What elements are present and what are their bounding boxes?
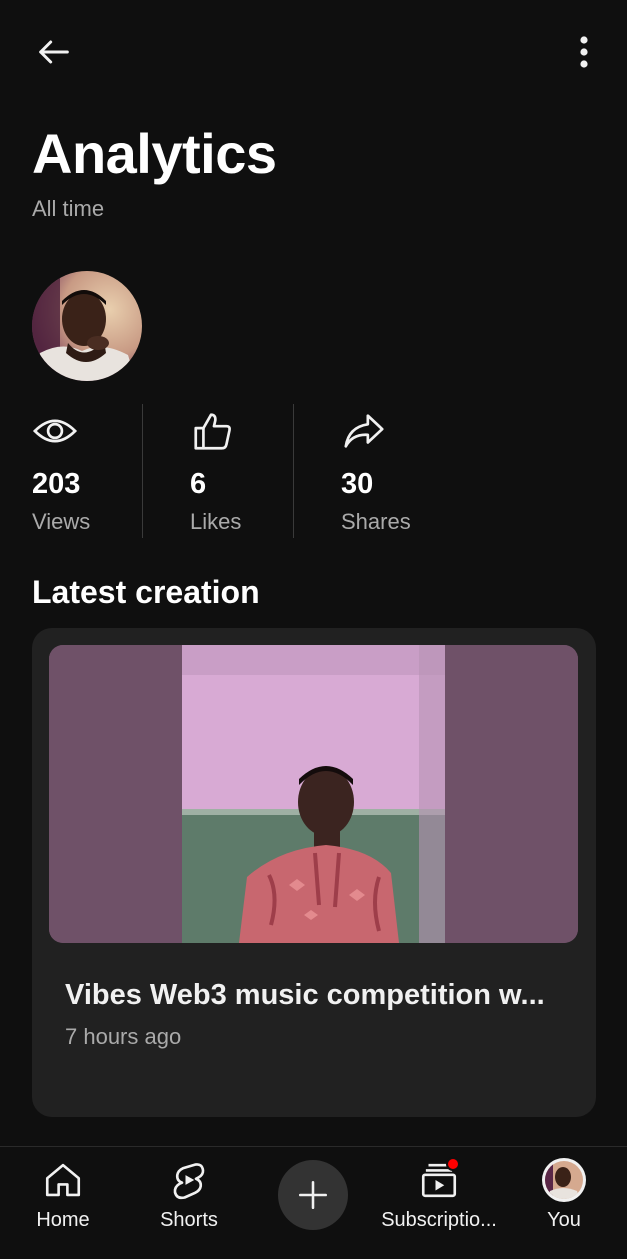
views-label: Views xyxy=(32,509,91,534)
nav-label-you: You xyxy=(547,1209,581,1231)
views-count: 203 xyxy=(32,468,81,500)
create-button[interactable] xyxy=(278,1160,348,1230)
video-time: 7 hours ago xyxy=(65,1024,182,1049)
home-icon xyxy=(45,1163,81,1197)
section-title-latest-creation: Latest creation xyxy=(32,574,260,610)
share-icon xyxy=(344,414,384,448)
page-title: Analytics xyxy=(32,122,277,185)
channel-avatar[interactable] xyxy=(32,271,142,381)
nav-shorts[interactable]: Shorts xyxy=(148,1147,230,1259)
nav-label-subscriptions: Subscriptio... xyxy=(381,1209,497,1231)
stat-divider xyxy=(293,404,294,538)
nav-label-home: Home xyxy=(36,1209,90,1231)
thumbs-up-icon xyxy=(194,413,231,450)
nav-you[interactable]: You xyxy=(528,1147,600,1259)
arrow-left-icon xyxy=(39,40,69,64)
avatar-image xyxy=(32,271,142,381)
analytics-screen: Analytics All time 203 Views 6 Likes 30 … xyxy=(0,0,627,1259)
video-thumbnail[interactable] xyxy=(49,645,578,943)
thumbnail-image xyxy=(49,645,578,943)
nav-subscriptions[interactable]: Subscriptio... xyxy=(378,1147,500,1259)
more-options-button[interactable] xyxy=(560,26,608,78)
time-range-label: All time xyxy=(32,196,105,221)
shares-label: Shares xyxy=(341,509,411,534)
likes-count: 6 xyxy=(190,468,207,500)
shorts-icon xyxy=(173,1163,205,1200)
nav-home[interactable]: Home xyxy=(22,1147,104,1259)
avatar-icon xyxy=(542,1158,586,1202)
stat-shares: 30 Shares xyxy=(341,404,441,538)
nav-label-shorts: Shorts xyxy=(160,1209,218,1231)
shares-count: 30 xyxy=(341,468,374,500)
latest-video-card[interactable]: Vibes Web3 music competition w... 7 hour… xyxy=(32,628,596,1117)
notification-dot xyxy=(446,1157,460,1171)
eye-icon xyxy=(32,419,78,443)
back-button[interactable] xyxy=(28,26,80,78)
video-title: Vibes Web3 music competition w... xyxy=(65,979,545,1011)
stat-likes: 6 Likes xyxy=(190,404,280,538)
stat-views: 203 Views xyxy=(32,404,132,538)
plus-icon xyxy=(298,1180,328,1210)
likes-label: Likes xyxy=(190,509,242,534)
more-vertical-icon xyxy=(580,36,588,68)
stat-divider xyxy=(142,404,143,538)
